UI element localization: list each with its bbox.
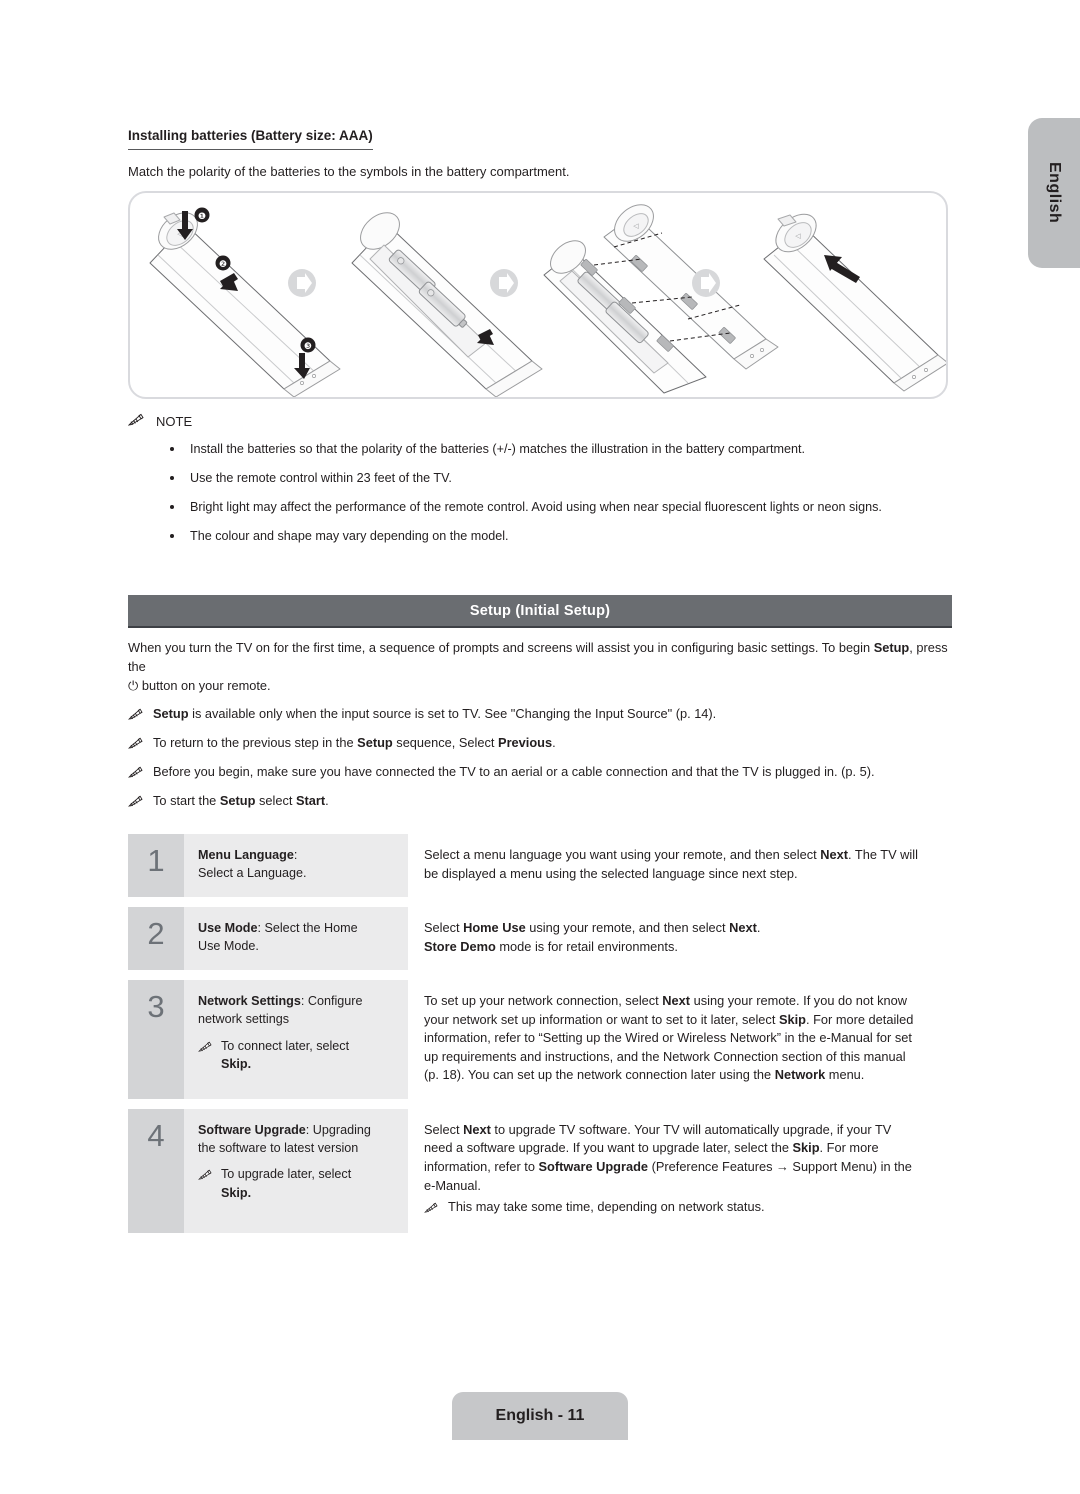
step-number: 2 <box>147 916 165 952</box>
step-inline-note-text: To upgrade later, select Skip. <box>221 1167 352 1200</box>
svg-text:◁: ◁ <box>633 223 639 230</box>
step-label-cell: Network Settings: Configure network sett… <box>184 980 408 1099</box>
step-label-bold: Network Settings <box>198 994 301 1009</box>
arrow-separator-icon <box>288 269 316 298</box>
setup-note-line: To start the Setup select Start. <box>127 792 952 812</box>
step-label-cell: Software Upgrade: Upgrading the software… <box>184 1108 408 1233</box>
side-language-tab-label: English <box>1046 162 1063 224</box>
setup-note-line: To return to the previous step in the Se… <box>127 734 952 754</box>
step-label-line2: Select a Language. <box>198 866 307 881</box>
pencil-icon <box>127 765 144 783</box>
setup-intro-bold: Setup <box>873 640 910 656</box>
page-content: Installing batteries (Battery size: AAA)… <box>127 0 952 1233</box>
step-inline-note-text: To connect later, select Skip. <box>221 1038 350 1071</box>
pencil-icon <box>198 1039 213 1057</box>
step-description-note-text: This may take some time, depending on ne… <box>448 1199 765 1215</box>
table-row: 2 Use Mode: Select the Home Use Mode. Se… <box>128 907 922 971</box>
footer-page-label: English - 11 <box>495 1407 585 1424</box>
step-label-cell: Use Mode: Select the Home Use Mode. <box>184 907 408 971</box>
step-description-text: Select a menu language you want using yo… <box>424 846 918 881</box>
setup-note-text: To return to the previous step in the Se… <box>153 735 556 751</box>
setup-note-text: Before you begin, make sure you have con… <box>153 764 875 780</box>
table-row-spacer <box>128 970 922 981</box>
setup-section-title: Setup (Initial Setup) <box>469 602 611 619</box>
step-label-line2: Use Mode. <box>198 939 259 954</box>
setup-note-text: To start the Setup select Start. <box>153 793 329 809</box>
setup-note-line: Setup is available only when the input s… <box>127 705 952 725</box>
footer-page-pill: English - 11 <box>452 1392 628 1440</box>
svg-text:❶: ❶ <box>198 212 206 222</box>
pencil-icon <box>127 413 145 429</box>
step-description-cell: To set up your network connection, selec… <box>408 980 922 1099</box>
note-bullet-item: Bright light may affect the performance … <box>128 499 952 516</box>
note-bullet-item: The colour and shape may vary depending … <box>128 528 952 545</box>
section-title-installing-batteries: Installing batteries (Battery size: AAA) <box>128 0 373 150</box>
step-label-bold: Menu Language <box>198 847 294 862</box>
table-row-spacer <box>128 1098 922 1109</box>
note-bullet-item: Use the remote control within 23 feet of… <box>128 470 952 487</box>
step-number-cell: 4 <box>128 1108 184 1233</box>
step-number-cell: 1 <box>128 833 184 898</box>
step-label-rest: : Configure <box>300 994 363 1009</box>
step-label-rest: : <box>293 847 298 862</box>
note-heading-label: NOTE <box>156 413 193 429</box>
step-number: 4 <box>147 1117 165 1153</box>
setup-intro-part-c: button on your remote. <box>138 677 271 693</box>
step-description-text: To set up your network connection, selec… <box>424 993 914 1083</box>
arrow-separator-icon <box>490 269 518 298</box>
pencil-icon <box>198 1167 213 1185</box>
step-number-cell: 3 <box>128 980 184 1099</box>
step-label-rest: : Upgrading <box>305 1122 371 1137</box>
step-label-line2: network settings <box>198 1012 289 1027</box>
svg-text:❸: ❸ <box>304 342 312 352</box>
setup-steps-table: 1 Menu Language: Select a Language. Sele… <box>128 833 922 1233</box>
power-button-icon: ⏻ <box>128 678 139 694</box>
step-number: 3 <box>147 989 165 1025</box>
note-bullet-list: Install the batteries so that the polari… <box>128 441 952 545</box>
step-label-cell: Menu Language: Select a Language. <box>184 833 408 898</box>
pencil-icon <box>424 1200 439 1219</box>
step-inline-note: To connect later, select Skip. <box>198 1037 398 1074</box>
table-row: 4 Software Upgrade: Upgrading the softwa… <box>128 1108 922 1233</box>
setup-intro-paragraph: When you turn the TV on for the first ti… <box>128 639 952 696</box>
svg-text:◁: ◁ <box>795 233 801 240</box>
step-label-line2: the software to latest version <box>198 1141 359 1156</box>
table-row-spacer <box>128 897 922 908</box>
setup-note-line: Before you begin, make sure you have con… <box>127 763 952 783</box>
step-description-note: This may take some time, depending on ne… <box>424 1198 922 1219</box>
side-language-tab: English <box>1028 118 1080 268</box>
svg-text:❷: ❷ <box>219 260 227 270</box>
table-row: 3 Network Settings: Configure network se… <box>128 980 922 1099</box>
step-label-rest: : Select the Home <box>257 921 358 936</box>
note-heading: NOTE <box>127 413 952 429</box>
step-description-cell: Select Home Use using your remote, and t… <box>408 907 922 971</box>
step-description-text: Select Home Use using your remote, and t… <box>424 920 761 954</box>
setup-intro-part-a: When you turn the TV on for the first ti… <box>128 640 874 656</box>
pencil-icon <box>127 794 144 812</box>
page-footer: English - 11 <box>0 1392 1080 1440</box>
step-number-cell: 2 <box>128 907 184 971</box>
pencil-icon <box>127 736 144 754</box>
note-block: NOTE Install the batteries so that the p… <box>127 413 952 545</box>
note-bullet-item: Install the batteries so that the polari… <box>128 441 952 458</box>
step-number: 1 <box>147 842 165 878</box>
step-description-text: Select Next to upgrade TV software. Your… <box>424 1121 912 1193</box>
pencil-icon <box>127 707 144 725</box>
step-description-cell: Select Next to upgrade TV software. Your… <box>408 1108 922 1233</box>
section-subtitle-polarity: Match the polarity of the batteries to t… <box>128 163 570 179</box>
remote-battery-installation-diagram: ◁ ❶ ❷ ❸ ◁ ◁ <box>128 191 948 400</box>
step-label-bold: Software Upgrade <box>198 1122 306 1137</box>
step-description-cell: Select a menu language you want using yo… <box>408 833 922 898</box>
table-row: 1 Menu Language: Select a Language. Sele… <box>128 833 922 898</box>
battery-install-svg: ◁ ❶ ❷ ❸ ◁ ◁ <box>149 204 946 398</box>
setup-notes-list: Setup is available only when the input s… <box>127 705 952 812</box>
arrow-separator-icon <box>692 269 720 298</box>
setup-note-text: Setup is available only when the input s… <box>153 706 717 722</box>
step-label-bold: Use Mode <box>198 921 258 936</box>
step-inline-note: To upgrade later, select Skip. <box>198 1165 398 1202</box>
setup-section-header-bar: Setup (Initial Setup) <box>128 595 952 629</box>
